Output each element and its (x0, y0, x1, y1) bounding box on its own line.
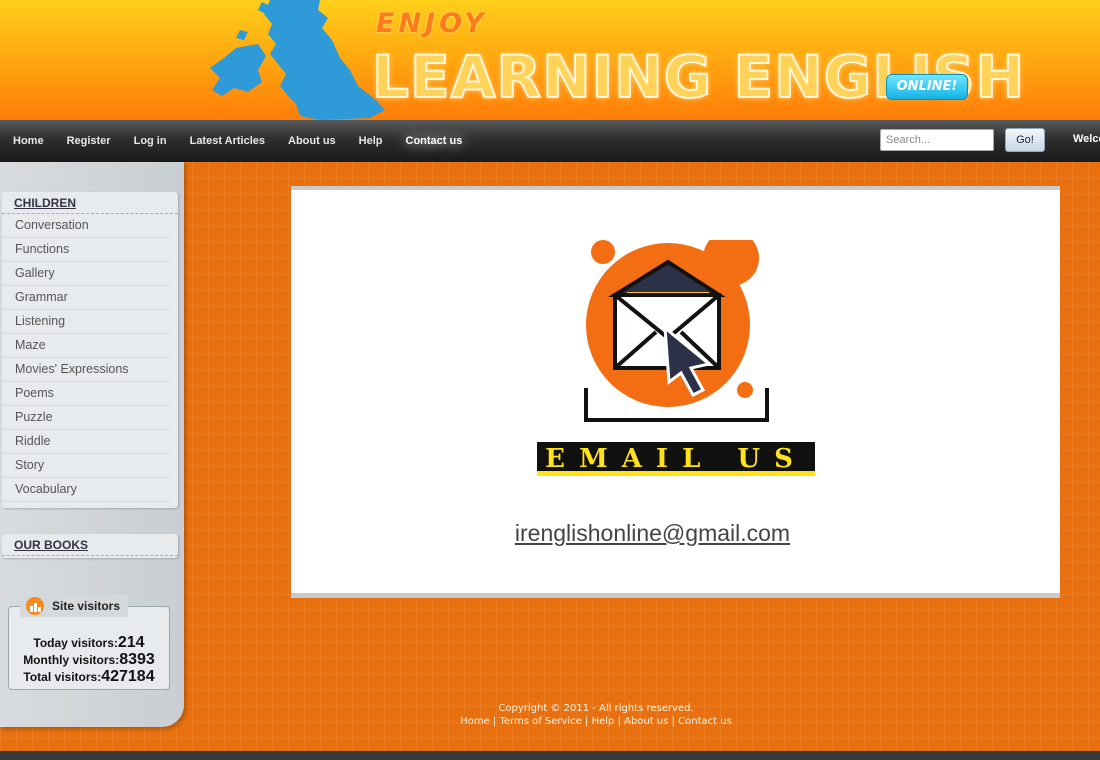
welcome-text: Welco (1073, 133, 1100, 145)
sidebar-item-poems[interactable]: Poems (2, 382, 170, 406)
nav-links: Home Register Log in Latest Articles Abo… (0, 120, 472, 162)
footer-about[interactable]: About us (624, 716, 668, 727)
children-menu-title[interactable]: CHILDREN (2, 192, 178, 214)
search-input[interactable] (880, 129, 994, 151)
site-header: ENJOY LEARNING ENGLISH ONLINE! (0, 0, 1100, 120)
books-menu: OUR BOOKS (2, 534, 178, 558)
our-books-title[interactable]: OUR BOOKS (2, 534, 178, 556)
search-go-button[interactable]: Go! (1005, 128, 1045, 152)
sidebar: CHILDREN Conversation Functions Gallery … (0, 162, 184, 727)
email-us-illustration: EMAIL US (537, 240, 815, 476)
nav-register[interactable]: Register (67, 135, 111, 147)
sidebar-item-functions[interactable]: Functions (2, 238, 170, 262)
visitors-header: Site visitors (20, 595, 129, 617)
sidebar-item-gallery[interactable]: Gallery (2, 262, 170, 286)
sidebar-item-maze[interactable]: Maze (2, 334, 170, 358)
sidebar-item-story[interactable]: Story (2, 454, 170, 478)
total-visitors: Total visitors:427184 (23, 668, 155, 685)
sidebar-item-puzzle[interactable]: Puzzle (2, 406, 170, 430)
online-badge: ONLINE! (886, 74, 968, 100)
sidebar-item-movies-expressions[interactable]: Movies' Expressions (2, 358, 170, 382)
email-us-banner: EMAIL US (545, 444, 807, 474)
footer-help[interactable]: Help (592, 716, 615, 727)
enjoy-tagline: ENJOY (376, 8, 488, 39)
sidebar-item-riddle[interactable]: Riddle (2, 430, 170, 454)
children-menu: CHILDREN Conversation Functions Gallery … (2, 192, 178, 508)
content-panel: EMAIL US irenglishonline@gmail.com (291, 186, 1060, 598)
bar-chart-icon (26, 597, 44, 615)
footer-home[interactable]: Home (460, 716, 490, 727)
email-address-link[interactable]: irenglishonline@gmail.com (291, 520, 1014, 547)
bottom-bar (0, 751, 1100, 760)
sidebar-item-grammar[interactable]: Grammar (2, 286, 170, 310)
visitors-title: Site visitors (52, 599, 121, 613)
nav-latest-articles[interactable]: Latest Articles (190, 135, 265, 147)
nav-login[interactable]: Log in (134, 135, 167, 147)
footer: Copyright © 2011 - All rights reserved. … (440, 702, 752, 728)
monthly-visitors: Monthly visitors:8393 (23, 651, 155, 668)
nav-home[interactable]: Home (13, 135, 44, 147)
nav-about-us[interactable]: About us (288, 135, 336, 147)
today-visitors: Today visitors:214 (33, 634, 145, 651)
footer-terms[interactable]: Terms of Service (499, 716, 581, 727)
sidebar-item-listening[interactable]: Listening (2, 310, 170, 334)
copyright-text: Copyright © 2011 - All rights reserved. (498, 703, 694, 714)
nav-contact-us[interactable]: Contact us (406, 135, 463, 147)
footer-links: Home | Terms of Service | Help | About u… (460, 716, 732, 727)
british-isles-map-icon (210, 0, 385, 120)
sidebar-item-vocabulary[interactable]: Vocabulary (2, 478, 170, 502)
sidebar-item-conversation[interactable]: Conversation (2, 214, 170, 238)
footer-contact[interactable]: Contact us (678, 716, 732, 727)
nav-help[interactable]: Help (359, 135, 383, 147)
